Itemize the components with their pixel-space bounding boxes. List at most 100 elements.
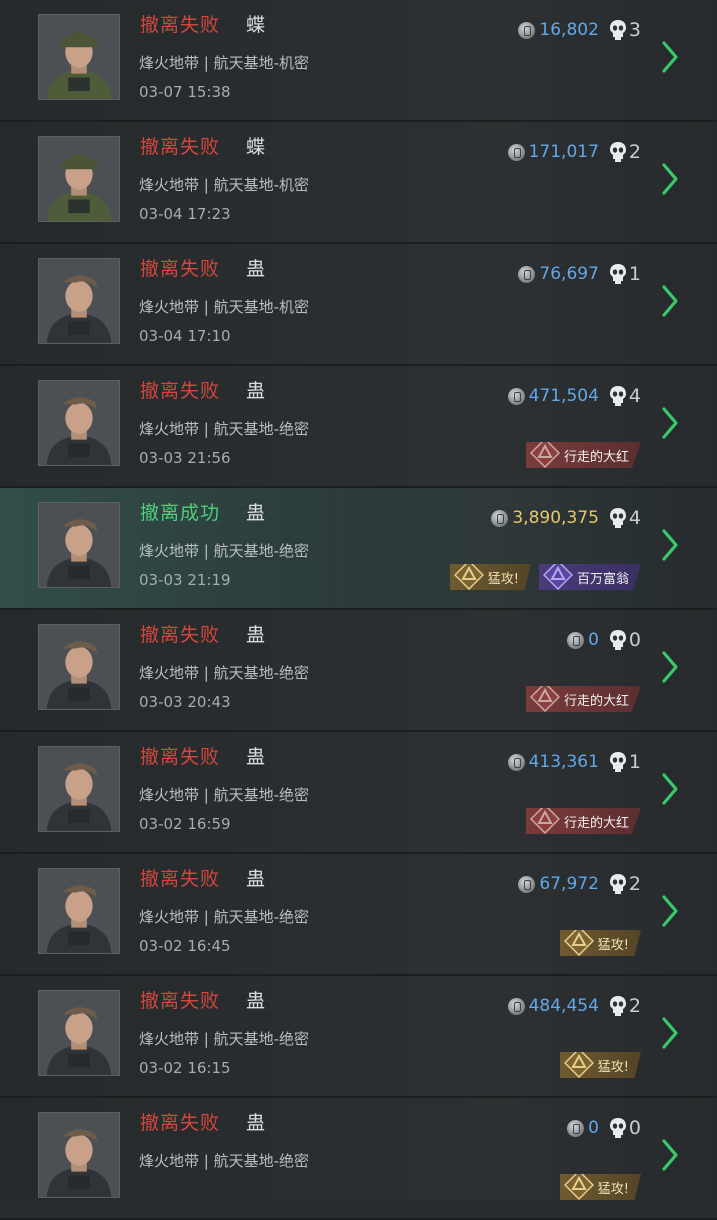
operator-name: 蝶 xyxy=(246,136,266,158)
chevron-right-icon[interactable] xyxy=(661,650,679,684)
match-time: 03-02 16:15 xyxy=(139,1059,231,1077)
achievement-badge-label: 行走的大红 xyxy=(563,693,629,709)
achievement-badge-label: 猛攻! xyxy=(487,571,519,587)
kill-count: 2 xyxy=(628,141,641,163)
extraction-status: 撤离失败 xyxy=(140,990,221,1012)
match-record-row[interactable]: 撤离失败蛊烽火地带 | 航天基地-绝密 0 0 猛攻! xyxy=(0,1098,717,1220)
extraction-status: 撤离失败 xyxy=(140,624,221,646)
operator-name: 蛊 xyxy=(246,868,266,890)
achievement-badge: 猛攻! xyxy=(449,564,531,590)
chevron-right-icon[interactable] xyxy=(661,1016,679,1050)
chevron-right-icon[interactable] xyxy=(661,1138,679,1172)
operator-name: 蛊 xyxy=(246,380,266,402)
achievement-badge-label: 猛攻! xyxy=(597,1181,629,1197)
achievement-badges: 行走的大红 xyxy=(525,686,641,712)
match-stats: 00 xyxy=(567,628,641,652)
skull-icon xyxy=(609,142,626,162)
match-stats: 16,802 3 xyxy=(518,18,641,42)
extraction-status: 撤离失败 xyxy=(140,380,221,402)
coin-icon xyxy=(507,387,525,405)
achievement-badges: 行走的大红 xyxy=(525,808,641,834)
match-record-row[interactable]: 撤离失败 蝶烽火地带 | 航天基地-机密 03-04 17:23 171,017 2 xyxy=(0,122,717,244)
map-name: 烽火地带 | 航天基地-绝密 xyxy=(139,1030,310,1048)
match-record-row[interactable]: 撤离失败蛊烽火地带 | 航天基地-绝密 03-03 20:43 0 0 行走的大红 xyxy=(0,610,717,732)
match-time: 03-04 17:10 xyxy=(139,327,231,345)
map-name: 烽火地带 | 航天基地-绝密 xyxy=(139,1152,310,1170)
red-badge-icon xyxy=(529,686,560,712)
match-stats: 76,697 1 xyxy=(518,262,641,286)
chevron-right-icon[interactable] xyxy=(661,284,679,318)
match-stats: 67,972 2 xyxy=(518,872,641,896)
match-stats: 471,504 4 xyxy=(507,384,641,408)
match-stats: 3,890,375 4 xyxy=(491,506,641,530)
chevron-right-icon[interactable] xyxy=(661,40,679,74)
match-time: 03-03 21:56 xyxy=(139,449,231,467)
operator-name: 蛊 xyxy=(246,746,266,768)
achievement-badges: 猛攻! xyxy=(559,1174,641,1200)
achievement-badge: 行走的大红 xyxy=(525,808,641,834)
operator-name: 蛊 xyxy=(246,502,266,524)
map-name: 烽火地带 | 航天基地-绝密 xyxy=(139,664,310,682)
map-name: 烽火地带 | 航天基地-机密 xyxy=(139,176,310,194)
map-name: 烽火地带 | 航天基地-绝密 xyxy=(139,542,310,560)
achievement-badges: 猛攻! xyxy=(559,930,641,956)
map-name: 烽火地带 | 航天基地-绝密 xyxy=(139,908,310,926)
kill-count: 4 xyxy=(628,507,641,529)
coin-icon xyxy=(567,631,585,649)
loot-value: 3,890,375 xyxy=(512,508,599,528)
match-record-row[interactable]: 撤离失败 蛊烽火地带 | 航天基地-绝密 03-02 16:45 67,972 2 猛攻! xyxy=(0,854,717,976)
coin-icon xyxy=(518,265,536,283)
operator-avatar xyxy=(38,746,120,832)
red-badge-icon xyxy=(529,442,560,468)
match-record-row[interactable]: 撤离失败 蛊烽火地带 | 航天基地-绝密 03-02 16:59 413,361 1 行走… xyxy=(0,732,717,854)
kill-count: 3 xyxy=(628,19,641,41)
achievement-badge: 猛攻! xyxy=(559,930,641,956)
operator-avatar xyxy=(38,258,120,344)
skull-icon xyxy=(609,508,626,528)
skull-icon xyxy=(609,874,626,894)
chevron-right-icon[interactable] xyxy=(661,406,679,440)
kill-count: 4 xyxy=(628,385,641,407)
loot-value: 484,454 xyxy=(528,996,599,1016)
operator-name: 蛊 xyxy=(246,624,266,646)
achievement-badges: 猛攻! xyxy=(559,1052,641,1078)
skull-icon xyxy=(609,752,626,772)
skull-icon xyxy=(609,996,626,1016)
achievement-badges: 行走的大红 xyxy=(525,442,641,468)
chevron-right-icon[interactable] xyxy=(661,894,679,928)
match-record-row[interactable]: 撤离失败 蛊烽火地带 | 航天基地-绝密 03-03 21:56 471,504 4 行走… xyxy=(0,366,717,488)
match-record-row[interactable]: 撤离失败 蝶烽火地带 | 航天基地-机密 03-07 15:38 16,802 3 xyxy=(0,0,717,122)
operator-name: 蛊 xyxy=(246,258,266,280)
extraction-status: 撤离失败 xyxy=(140,258,221,280)
chevron-right-icon[interactable] xyxy=(661,528,679,562)
match-history-list: 撤离失败 蝶烽火地带 | 航天基地-机密 03-07 15:38 16,802 3 撤离失… xyxy=(0,0,717,1220)
achievement-badge-label: 百万富翁 xyxy=(576,571,629,587)
kill-count: 2 xyxy=(628,873,641,895)
loot-value: 171,017 xyxy=(528,142,599,162)
operator-avatar xyxy=(38,14,120,100)
match-stats: 171,017 2 xyxy=(507,140,641,164)
coin-icon xyxy=(518,875,536,893)
operator-name: 蛊 xyxy=(246,1112,266,1134)
match-time: 03-07 15:38 xyxy=(139,83,231,101)
kill-count: 2 xyxy=(628,995,641,1017)
loot-value: 0 xyxy=(588,1118,599,1138)
operator-name: 蝶 xyxy=(246,14,266,36)
operator-avatar xyxy=(38,502,120,588)
match-record-row[interactable]: 撤离成功 蛊烽火地带 | 航天基地-绝密 03-03 21:19 3,890,375 4… xyxy=(0,488,717,610)
match-record-row[interactable]: 撤离失败 蛊烽火地带 | 航天基地-绝密 03-02 16:15 484,454 2 猛攻… xyxy=(0,976,717,1098)
kill-count: 0 xyxy=(628,1117,641,1139)
red-badge-icon xyxy=(529,808,560,834)
gold-badge-icon xyxy=(563,1174,594,1200)
match-record-row[interactable]: 撤离失败 蛊烽火地带 | 航天基地-机密 03-04 17:10 76,697 1 xyxy=(0,244,717,366)
chevron-right-icon[interactable] xyxy=(661,772,679,806)
coin-icon xyxy=(491,509,509,527)
match-time: 03-02 16:59 xyxy=(139,815,231,833)
gold-badge-icon xyxy=(563,930,594,956)
gold-badge-icon xyxy=(453,564,484,590)
match-stats: 413,361 1 xyxy=(507,750,641,774)
gold-badge-icon xyxy=(563,1052,594,1078)
match-stats: 484,454 2 xyxy=(507,994,641,1018)
chevron-right-icon[interactable] xyxy=(661,162,679,196)
loot-value: 67,972 xyxy=(539,874,599,894)
